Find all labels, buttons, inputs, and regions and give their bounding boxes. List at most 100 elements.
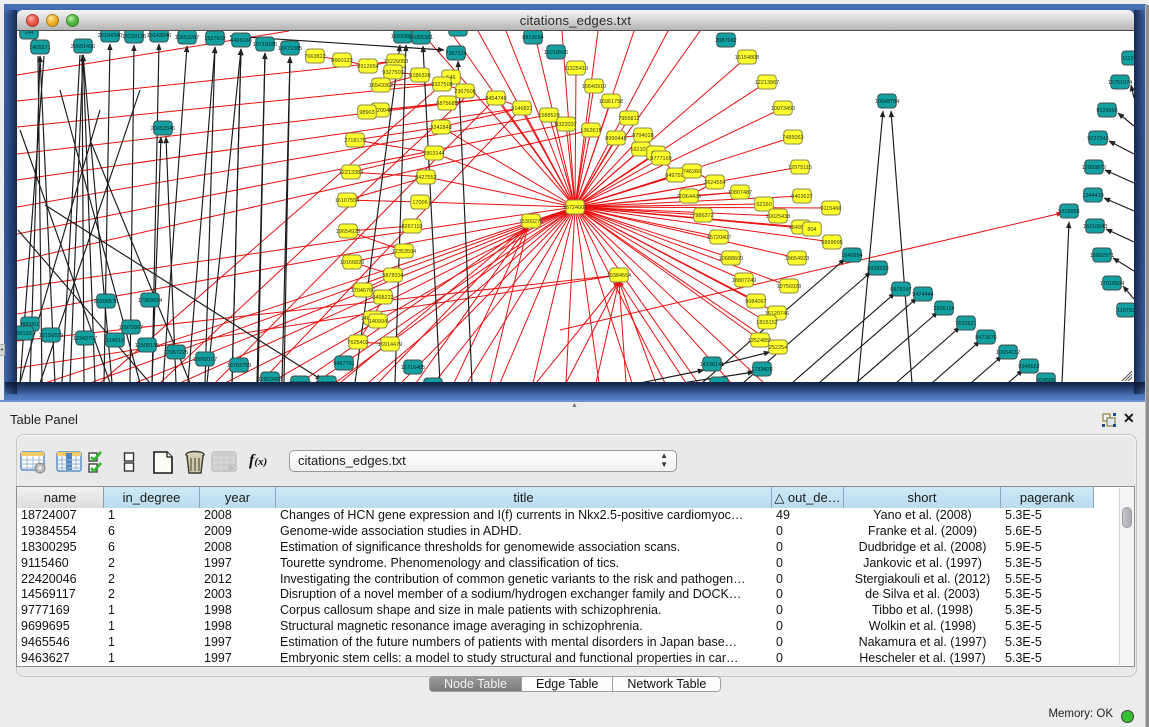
svg-text:9227343: 9227343 [1087,136,1108,142]
svg-text:12823468: 12823468 [258,377,282,382]
svg-text:1733426: 1733426 [751,367,772,373]
svg-text:9474444: 9474444 [912,292,933,298]
svg-text:1527602: 1527602 [204,36,225,42]
svg-text:1640954: 1640954 [841,253,862,259]
svg-text:10648784: 10648784 [875,99,899,105]
svg-text:20053346: 20053346 [151,126,175,132]
svg-text:8813054: 8813054 [522,35,543,41]
svg-text:8186328: 8186328 [409,73,430,79]
svg-text:16914479: 16914479 [378,342,402,348]
svg-text:8411305: 8411305 [447,31,468,33]
svg-text:10653287: 10653287 [175,35,199,41]
svg-text:144: 144 [24,31,33,36]
svg-text:116753: 116753 [1117,308,1134,314]
svg-text:10807487: 10807487 [728,190,752,196]
svg-text:16210643: 16210643 [1083,224,1107,230]
svg-text:20206576: 20206576 [94,299,118,305]
svg-text:19166829: 19166829 [340,260,364,266]
svg-text:924565: 924565 [1037,378,1055,382]
svg-text:1815152: 1815152 [756,320,777,326]
svg-text:8427552: 8427552 [415,175,436,181]
svg-text:6466160: 6466160 [230,38,251,44]
svg-text:8990448: 8990448 [605,136,626,142]
svg-text:13226058: 13226058 [384,59,408,65]
svg-text:17046766: 17046766 [351,288,375,294]
svg-text:8267110: 8267110 [401,224,422,230]
svg-text:1405571: 1405571 [29,45,50,51]
svg-text:8454749: 8454749 [485,96,506,102]
svg-text:1588520: 1588520 [538,113,559,119]
svg-text:9327503: 9327503 [382,70,403,76]
svg-text:20691406: 20691406 [71,44,95,50]
svg-text:804: 804 [807,227,816,233]
svg-text:62160: 62160 [756,202,771,208]
svg-text:8471676: 8471676 [975,335,996,341]
svg-text:11325419: 11325419 [564,66,588,72]
svg-text:18724007: 18724007 [563,205,587,211]
svg-text:9245013: 9245013 [289,381,310,382]
svg-text:8938923: 8938923 [867,266,888,272]
svg-text:10654112: 10654112 [996,350,1020,356]
svg-text:10719185: 10719185 [253,42,277,48]
svg-text:9457791: 9457791 [316,381,337,382]
svg-text:16961758: 16961758 [599,99,623,105]
svg-text:252254: 252254 [769,345,787,351]
svg-text:17359924: 17359924 [138,298,162,304]
svg-text:15300275: 15300275 [519,219,543,225]
svg-text:17006: 17006 [412,200,427,206]
svg-text:9457791: 9457791 [333,361,354,367]
svg-text:7625402: 7625402 [347,340,368,346]
svg-text:12213383: 12213383 [339,170,363,176]
svg-text:17016504: 17016504 [1100,281,1124,287]
svg-text:10688609: 10688609 [719,256,743,262]
svg-text:12342757: 12342757 [73,336,97,342]
svg-text:12505135: 12505135 [135,343,159,349]
svg-text:9794028: 9794028 [632,133,653,139]
svg-text:18239126: 18239126 [122,34,146,40]
svg-text:16671385: 16671385 [278,46,302,52]
svg-text:14136141: 14136141 [700,362,724,368]
svg-text:16154808: 16154808 [735,55,759,61]
svg-text:8660123: 8660123 [331,58,352,64]
svg-text:9327508: 9327508 [431,82,452,88]
svg-text:7485063: 7485063 [782,135,803,141]
svg-text:19218506: 19218506 [544,50,568,56]
svg-text:19654925: 19654925 [336,229,360,235]
svg-text:5215955: 5215955 [1058,209,1079,215]
svg-text:16640910: 16640910 [582,84,606,90]
svg-text:2367608: 2367608 [454,89,475,95]
svg-text:6879197: 6879197 [890,287,911,293]
svg-text:12213967: 12213967 [755,80,779,86]
svg-text:9129966: 9129966 [1096,108,1117,114]
svg-text:9146821: 9146821 [511,106,532,112]
svg-text:8322037: 8322037 [555,122,576,128]
svg-text:7663822: 7663822 [304,54,325,60]
svg-text:1362615: 1362615 [580,128,601,134]
svg-text:746266: 746266 [683,169,701,175]
svg-text:140994: 140994 [369,319,387,325]
svg-text:39139: 39139 [17,331,32,337]
svg-text:15720407: 15720407 [707,235,731,241]
svg-text:19143046: 19143046 [147,33,171,39]
svg-text:9777169: 9777169 [650,156,671,162]
svg-text:2803144: 2803144 [423,151,444,157]
svg-text:19756928: 19756928 [777,284,801,290]
svg-text:7955812: 7955812 [618,116,639,122]
svg-text:20364436: 20364436 [677,194,701,200]
svg-text:10958107: 10958107 [193,357,217,363]
svg-text:3498222: 3498222 [372,295,393,301]
svg-text:20194340: 20194340 [98,33,122,39]
svg-text:10973493: 10973493 [771,106,795,112]
svg-text:9115460: 9115460 [820,206,841,212]
svg-text:5878334: 5878334 [382,273,403,279]
svg-text:19654923: 19654923 [785,256,809,262]
svg-text:98903: 98903 [359,110,374,116]
svg-text:6899695: 6899695 [821,240,842,246]
svg-text:2087682: 2087682 [715,38,736,44]
svg-text:2935114: 2935114 [933,306,954,312]
svg-text:12156829: 12156829 [39,333,63,339]
svg-text:12093872: 12093872 [1082,165,1106,171]
svg-text:18807249: 18807249 [732,278,756,284]
svg-text:10975867: 10975867 [119,325,143,331]
svg-text:114519: 114519 [106,338,124,344]
